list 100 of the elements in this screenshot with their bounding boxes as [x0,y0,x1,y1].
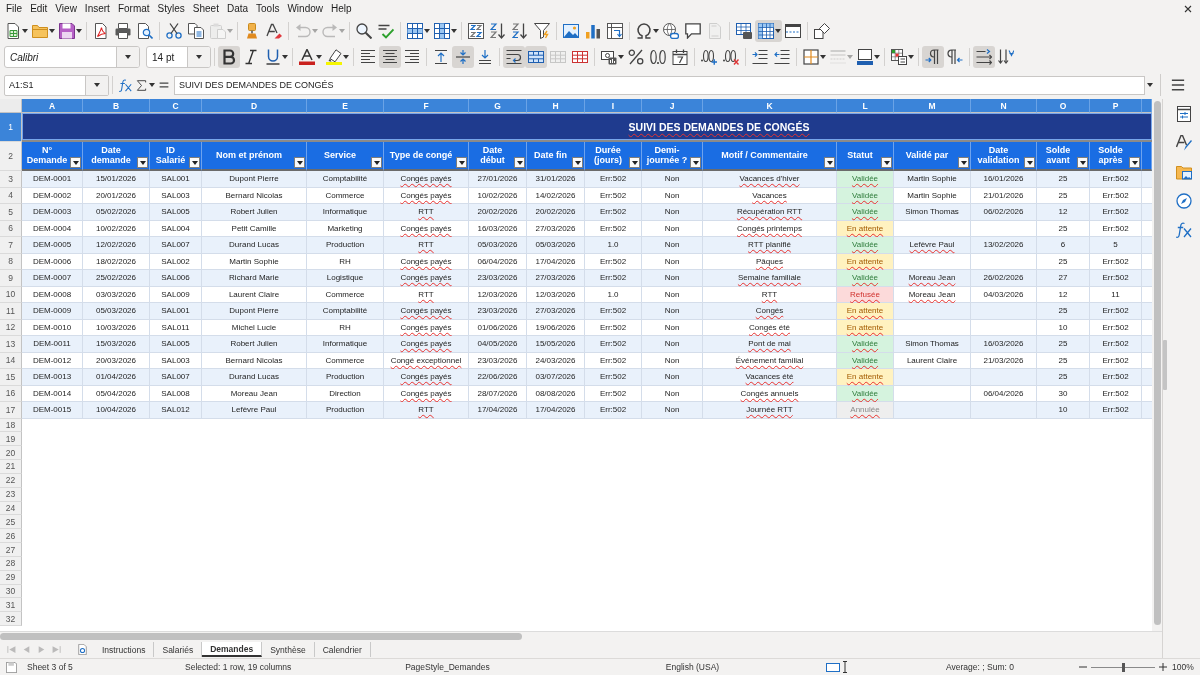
dropdown-button[interactable] [187,47,210,67]
formula-input-field[interactable]: SUIVI DES DEMANDES DE CONGÉS [174,75,1145,95]
filter-dropdown-button[interactable] [371,157,382,168]
font-color-button[interactable] [296,46,323,68]
column-header[interactable]: D [202,99,307,113]
row-header[interactable]: 31 [0,598,22,613]
row-header[interactable]: 1 [0,113,22,142]
sheet-tab[interactable]: Synthèse [262,642,315,657]
row-header[interactable]: 9 [0,270,22,287]
menu-item[interactable]: Styles [153,1,189,17]
sheet-tab[interactable]: Instructions [94,642,155,657]
menu-item[interactable]: File [2,1,27,17]
left-to-right-button[interactable] [922,46,944,68]
scrollbar-thumb[interactable] [0,633,522,640]
sheet-tab[interactable]: Calendrier [314,642,371,657]
row-header[interactable]: 11 [0,303,22,320]
row-header[interactable]: 32 [0,612,22,627]
column-header[interactable]: N [971,99,1037,113]
merge-cells-icon [550,49,566,65]
menu-item[interactable]: Help [327,1,356,17]
filter-dropdown-button[interactable] [629,157,640,168]
column-heading: Date demande [90,145,132,166]
table-cell: SAL007 [150,369,202,386]
highlight-button[interactable] [323,46,350,68]
filter-dropdown-button[interactable] [456,157,467,168]
row-header[interactable]: 19 [0,432,22,447]
column-header[interactable]: O [1037,99,1090,113]
column-header[interactable]: P [1090,99,1142,113]
dropdown-button[interactable] [116,47,139,67]
filter-dropdown-button[interactable] [294,157,305,168]
menu-item[interactable]: View [51,1,81,17]
scrollbar-thumb[interactable] [1153,101,1161,625]
menu-item[interactable]: Tools [252,1,284,17]
freeze-button[interactable] [755,19,782,42]
column-header[interactable]: C [150,99,202,113]
row-header[interactable]: 27 [0,543,22,557]
slider-thumb[interactable] [1121,662,1125,672]
filter-dropdown-button[interactable] [1024,157,1035,168]
menu-item[interactable]: Sheet [188,1,223,17]
filter-dropdown-button[interactable] [70,157,81,168]
filter-dropdown-button[interactable] [958,157,969,168]
sheet-tab[interactable]: Demandes [202,642,263,657]
column-header[interactable]: E [307,99,384,113]
filter-dropdown-button[interactable] [690,157,701,168]
column-header[interactable]: L [837,99,894,113]
filter-dropdown-button[interactable] [572,157,583,168]
filter-dropdown-button[interactable] [189,157,200,168]
border-color-button[interactable] [854,46,881,68]
filter-dropdown-button[interactable] [137,157,148,168]
filter-dropdown-button[interactable] [514,157,525,168]
row-header[interactable]: 15 [0,369,22,386]
vertical-scrollbar[interactable] [1152,99,1162,631]
menu-item[interactable]: Data [222,1,253,17]
filter-dropdown-button[interactable] [1077,157,1088,168]
filter-dropdown-button[interactable] [881,157,892,168]
row-header[interactable]: 7 [0,237,22,254]
zoom-in-button[interactable] [1158,662,1168,672]
horizontal-scrollbar[interactable] [0,631,1162,641]
column-header[interactable]: H [527,99,585,113]
row-header[interactable]: 5 [0,204,22,221]
filter-dropdown-button[interactable] [1129,157,1140,168]
row-header[interactable]: 17 [0,402,22,419]
row-header[interactable]: 3 [0,171,22,188]
filter-dropdown-button[interactable] [824,157,835,168]
table-cell: Comptabilité [307,171,384,188]
column-header[interactable]: M [894,99,971,113]
text-horizontal-button[interactable] [973,46,995,68]
conditional-format-button[interactable] [888,46,915,68]
row-header[interactable]: 2 [0,142,22,171]
merge-center-button[interactable] [525,46,547,68]
row-header[interactable]: 13 [0,336,22,353]
column-header[interactable]: I [585,99,642,113]
row-header[interactable]: 25 [0,515,22,530]
menu-item[interactable]: Window [283,1,327,17]
status-cell: Validée [837,171,894,188]
sidebar-collapse-handle[interactable] [1163,340,1167,390]
equals-icon [159,80,169,90]
name-box-field[interactable]: A1:S1 [4,74,109,96]
row-header[interactable]: 20 [0,446,22,461]
font-name-field[interactable]: Calibri [4,46,140,68]
column-header[interactable]: G [469,99,527,113]
column-header[interactable]: J [642,99,703,113]
column-header[interactable]: F [384,99,469,113]
menu-item[interactable]: Insert [80,1,114,17]
column-header[interactable]: A [22,99,83,113]
row-header[interactable]: 26 [0,529,22,544]
menu-item[interactable]: Format [113,1,154,17]
bold-button[interactable] [218,46,240,68]
table-cell: 26/02/2026 [971,270,1037,287]
table-cell [1142,303,1152,320]
dropdown-button[interactable] [85,75,108,95]
font-size-field[interactable]: 14 pt [146,46,211,68]
column-header[interactable]: K [703,99,837,113]
borders-button[interactable] [800,46,827,68]
wrap-text-button[interactable] [503,46,525,68]
column-header[interactable]: B [83,99,150,113]
letter-brush-icon [1175,135,1192,151]
row-header[interactable]: 21 [0,460,22,474]
menu-item[interactable]: Edit [26,1,52,17]
align-center-button[interactable] [379,46,401,68]
